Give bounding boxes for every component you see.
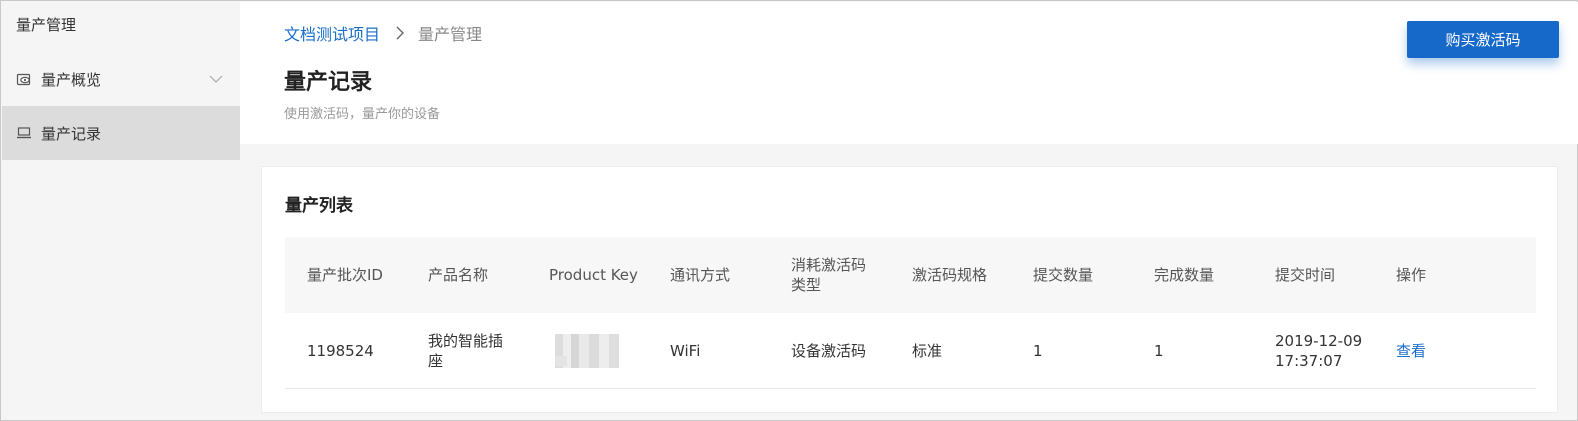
column-header: 完成数量 xyxy=(1154,266,1215,284)
column-header: 通讯方式 xyxy=(670,266,731,284)
production-table: 量产批次ID 产品名称 Product Key 通讯方式 消耗激活码类型 激活码… xyxy=(285,237,1536,389)
table-header: 量产批次ID 产品名称 Product Key 通讯方式 消耗激活码类型 激活码… xyxy=(285,237,1536,313)
page-subtitle: 使用激活码，量产你的设备 xyxy=(284,107,441,122)
app-frame: 量产管理 量产概览 量产记录 文档测试项目 量产管理 量产记录 使用激活码，量产… xyxy=(0,0,1578,421)
sidebar-item-label: 量产概览 xyxy=(41,70,102,89)
page-header: 文档测试项目 量产管理 量产记录 使用激活码，量产你的设备 购买激活码 xyxy=(240,2,1578,144)
cell-action: 查看 xyxy=(1374,313,1495,388)
breadcrumb: 文档测试项目 量产管理 xyxy=(284,21,482,45)
sidebar-item-overview[interactable]: 量产概览 xyxy=(2,52,240,106)
view-link[interactable]: 查看 xyxy=(1396,341,1426,361)
cell-time: 2019-12-09 17:37:07 xyxy=(1275,331,1363,370)
column-header: 操作 xyxy=(1396,266,1427,284)
sidebar: 量产管理 量产概览 量产记录 xyxy=(2,2,240,420)
column-header: Product Key xyxy=(549,266,638,284)
chevron-down-icon xyxy=(208,71,224,87)
production-list-card: 量产列表 量产批次ID 产品名称 Product Key 通讯方式 消耗激活码类… xyxy=(261,166,1558,413)
sidebar-item-records[interactable]: 量产记录 xyxy=(2,106,240,160)
redacted-product-key xyxy=(549,333,625,368)
column-header: 激活码规格 xyxy=(912,266,988,284)
cell-comm: WiFi xyxy=(670,341,701,360)
sidebar-item-label: 量产记录 xyxy=(41,124,102,143)
breadcrumb-current: 量产管理 xyxy=(418,25,483,44)
sidebar-title: 量产管理 xyxy=(16,16,77,34)
cell-submitted: 1 xyxy=(1033,341,1043,360)
cell-product-key xyxy=(527,313,648,388)
table-row: 1198524 我的智能插座 WiFi 设备激活码 标准 1 1 2019-12… xyxy=(285,313,1536,389)
buy-activation-code-button[interactable]: 购买激活码 xyxy=(1407,21,1559,58)
eye-badge-icon xyxy=(16,71,32,87)
card-title: 量产列表 xyxy=(285,196,353,216)
column-header: 提交时间 xyxy=(1275,266,1336,284)
cell-product-name: 我的智能插座 xyxy=(428,331,504,370)
cell-spec: 标准 xyxy=(912,341,943,360)
cell-batch-id: 1198524 xyxy=(307,341,374,360)
page-title: 量产记录 xyxy=(284,70,373,95)
column-header: 消耗激活码类型 xyxy=(791,256,867,294)
laptop-icon xyxy=(16,125,32,141)
column-header: 量产批次ID xyxy=(307,266,383,284)
cell-completed: 1 xyxy=(1154,341,1164,360)
breadcrumb-project-link[interactable]: 文档测试项目 xyxy=(284,21,380,45)
column-header: 提交数量 xyxy=(1033,266,1094,284)
chevron-right-icon xyxy=(392,25,408,41)
column-header: 产品名称 xyxy=(428,266,489,284)
cell-code-type: 设备激活码 xyxy=(791,341,867,360)
